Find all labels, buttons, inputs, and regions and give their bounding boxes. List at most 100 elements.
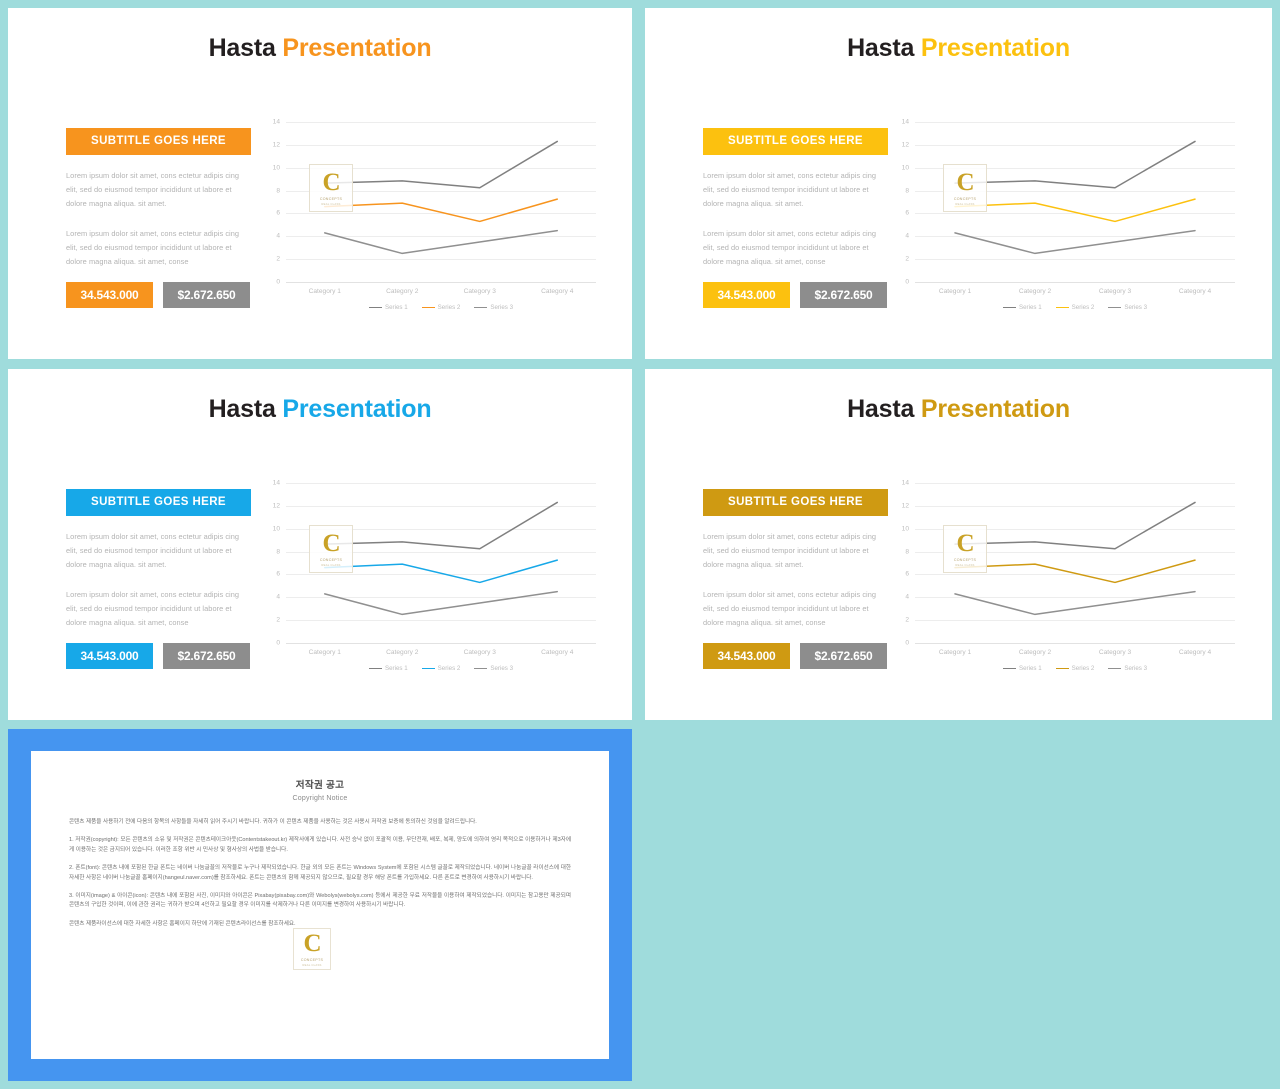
- chart-legend-item[interactable]: Series 2: [1055, 304, 1095, 311]
- slide-title-second: Presentation: [282, 34, 432, 62]
- legend-swatch-icon: [474, 306, 488, 309]
- presentation-thumbnail-board: Hasta Presentation SUBTITLE GOES HERE Lo…: [0, 0, 1280, 1089]
- legend-label: Series 3: [1124, 304, 1148, 311]
- chart-x-axis: Category 1 Category 2 Category 3 Category 4: [915, 288, 1235, 295]
- chart-x-tick-label: Category 3: [1098, 649, 1132, 656]
- body-paragraph-1: Lorem ipsum dolor sit amet, cons ectetur…: [703, 532, 877, 570]
- stat-primary[interactable]: 34.543.000: [703, 643, 790, 669]
- chart-legend-item[interactable]: Series 2: [421, 665, 461, 672]
- legend-label: Series 2: [1071, 304, 1095, 311]
- chart-legend-item[interactable]: Series 1: [368, 304, 408, 311]
- chart-plot-area: 0 2 4 6 8 10 12 14 C CONCEPTS REAL CLASS: [266, 480, 596, 647]
- chart-y-tick-label: 6: [905, 570, 909, 578]
- chart-legend: Series 1 Series 2 Series 3: [286, 304, 596, 311]
- stat-secondary[interactable]: $2.672.650: [800, 643, 887, 669]
- copyright-notice-slide[interactable]: 저작권 공고 Copyright Notice 콘텐츠 제품을 사용하기 전에 …: [8, 729, 632, 1081]
- chart-legend-item[interactable]: Series 1: [1002, 665, 1042, 672]
- slide-title: Hasta Presentation: [8, 395, 632, 424]
- stat-primary[interactable]: 34.543.000: [703, 282, 790, 308]
- legend-label: Series 2: [437, 665, 461, 672]
- chart-x-tick-label: Category 1: [308, 649, 341, 656]
- line-chart[interactable]: 0 2 4 6 8 10 12 14 C CONCEPTS REAL CLASS Category 1…: [266, 480, 596, 685]
- chart-legend-item[interactable]: Series 2: [1055, 665, 1094, 672]
- chart-y-tick-label: 12: [272, 141, 280, 149]
- chart-legend-item[interactable]: Series 1: [368, 665, 408, 672]
- subtitle-banner[interactable]: SUBTITLE GOES HERE: [66, 128, 251, 155]
- chart-y-tick-label: 6: [276, 570, 280, 578]
- copyright-paragraph: 1. 저작권(copyright): 모든 콘텐츠의 소유 및 저작권은 콘텐츠…: [69, 837, 571, 853]
- chart-x-tick-label: Category 2: [1018, 649, 1052, 656]
- copyright-title-kr: 저작권 공고: [295, 780, 345, 791]
- stat-secondary[interactable]: $2.672.650: [163, 643, 250, 669]
- legend-label: Series 1: [384, 665, 408, 672]
- legend-label: Series 3: [1124, 665, 1148, 672]
- line-chart[interactable]: 0 2 4 6 8 10 12 14 C CONCEPTS REAL CLASS Category 1…: [895, 119, 1235, 324]
- logo-letter: C: [303, 929, 321, 957]
- subtitle-banner[interactable]: SUBTITLE GOES HERE: [703, 128, 888, 155]
- stat-primary[interactable]: 34.543.000: [66, 643, 153, 669]
- slide-4[interactable]: Hasta Presentation SUBTITLE GOES HERE Lo…: [645, 369, 1272, 720]
- legend-label: Series 2: [437, 304, 461, 311]
- chart-series-line: [324, 198, 558, 223]
- chart-y-tick-label: 4: [905, 232, 909, 240]
- subtitle-banner[interactable]: SUBTITLE GOES HERE: [703, 489, 888, 516]
- chart-y-tick-label: 10: [272, 525, 280, 533]
- slide-title-second: Presentation: [920, 395, 1070, 423]
- chart-series-line: [954, 501, 1196, 550]
- stat-secondary[interactable]: $2.672.650: [800, 282, 887, 308]
- logo-watermark-icon: C CONCEPTS REAL CLASS: [943, 525, 987, 573]
- logo-letter: C: [322, 168, 340, 196]
- body-paragraph-2: Lorem ipsum dolor sit amet, cons ectetur…: [66, 589, 240, 628]
- legend-swatch-icon: [1055, 667, 1069, 670]
- logo-name: CONCEPTS: [319, 196, 343, 201]
- chart-series-line: [324, 501, 558, 550]
- chart-y-tick-label: 0: [905, 639, 909, 647]
- logo-letter: C: [956, 168, 974, 196]
- logo-tagline: REAL CLASS: [955, 201, 975, 206]
- logo-watermark-icon: C CONCEPTS REAL CLASS: [309, 164, 353, 212]
- chart-legend-item[interactable]: Series 1: [1002, 304, 1042, 311]
- slide-title-second: Presentation: [920, 34, 1070, 62]
- stat-secondary[interactable]: $2.672.650: [163, 282, 250, 308]
- slide-1[interactable]: Hasta Presentation SUBTITLE GOES HERE Lo…: [8, 8, 632, 359]
- slide-title: Hasta Presentation: [645, 34, 1272, 63]
- slide-3[interactable]: Hasta Presentation SUBTITLE GOES HERE Lo…: [8, 369, 632, 720]
- chart-y-tick-label: 4: [276, 593, 280, 601]
- chart-x-tick-label: Category 4: [1178, 649, 1212, 656]
- chart-x-tick-label: Category 3: [463, 288, 496, 295]
- chart-legend: Series 1 Series 2 Series 3: [915, 304, 1235, 311]
- chart-legend-item[interactable]: Series 3: [474, 665, 513, 672]
- chart-y-tick-label: 14: [272, 118, 280, 126]
- slide-title: Hasta Presentation: [8, 34, 632, 63]
- legend-label: Series 3: [490, 304, 514, 311]
- legend-label: Series 3: [490, 665, 514, 672]
- body-paragraph-1: Lorem ipsum dolor sit amet, cons ectetur…: [66, 171, 240, 209]
- legend-swatch-icon: [421, 667, 435, 670]
- chart-series-line: [954, 229, 1196, 255]
- chart-x-tick-label: Category 3: [463, 649, 496, 656]
- slide-2[interactable]: Hasta Presentation SUBTITLE GOES HERE Lo…: [645, 8, 1272, 359]
- logo-name: CONCEPTS: [300, 957, 324, 962]
- stat-primary[interactable]: 34.543.000: [66, 282, 153, 308]
- copyright-paragraph: 콘텐츠 제품을 사용하기 전에 다음의 항목의 사항들을 자세히 읽어 주시기 …: [69, 819, 477, 825]
- chart-legend-item[interactable]: Series 2: [421, 304, 461, 311]
- legend-swatch-icon: [368, 667, 382, 670]
- chart-series-line: [954, 559, 1196, 584]
- copyright-paragraph: 2. 폰트(font): 콘텐츠 내에 포함된 한글 폰트는 네이버 나눔글꼴의…: [69, 865, 571, 881]
- left-column: SUBTITLE GOES HERE Lorem ipsum dolor sit…: [703, 489, 888, 630]
- chart-x-tick-label: Category 2: [386, 649, 419, 656]
- slide-title-first: Hasta: [208, 395, 276, 423]
- chart-legend-item[interactable]: Series 3: [1108, 665, 1147, 672]
- chart-legend: Series 1 Series 2 Series 3: [286, 665, 596, 672]
- chart-y-tick-label: 8: [276, 187, 280, 195]
- logo-watermark-icon: C CONCEPTS REAL CLASS: [309, 525, 353, 573]
- legend-label: Series 1: [1018, 665, 1042, 672]
- subtitle-banner[interactable]: SUBTITLE GOES HERE: [66, 489, 251, 516]
- stat-group: 34.543.000 $2.672.650: [703, 282, 887, 308]
- chart-y-tick-label: 0: [276, 278, 280, 286]
- body-paragraph-1: Lorem ipsum dolor sit amet, cons ectetur…: [66, 532, 240, 570]
- chart-legend-item[interactable]: Series 3: [1108, 304, 1147, 311]
- line-chart[interactable]: 0 2 4 6 8 10 12 14 C CONCEPTS REAL CLASS Category 1…: [266, 118, 596, 324]
- line-chart[interactable]: 0 2 4 6 8 10 12 14 C CONCEPTS REAL CLASS Category 1…: [895, 480, 1235, 685]
- chart-legend-item[interactable]: Series 3: [474, 304, 513, 311]
